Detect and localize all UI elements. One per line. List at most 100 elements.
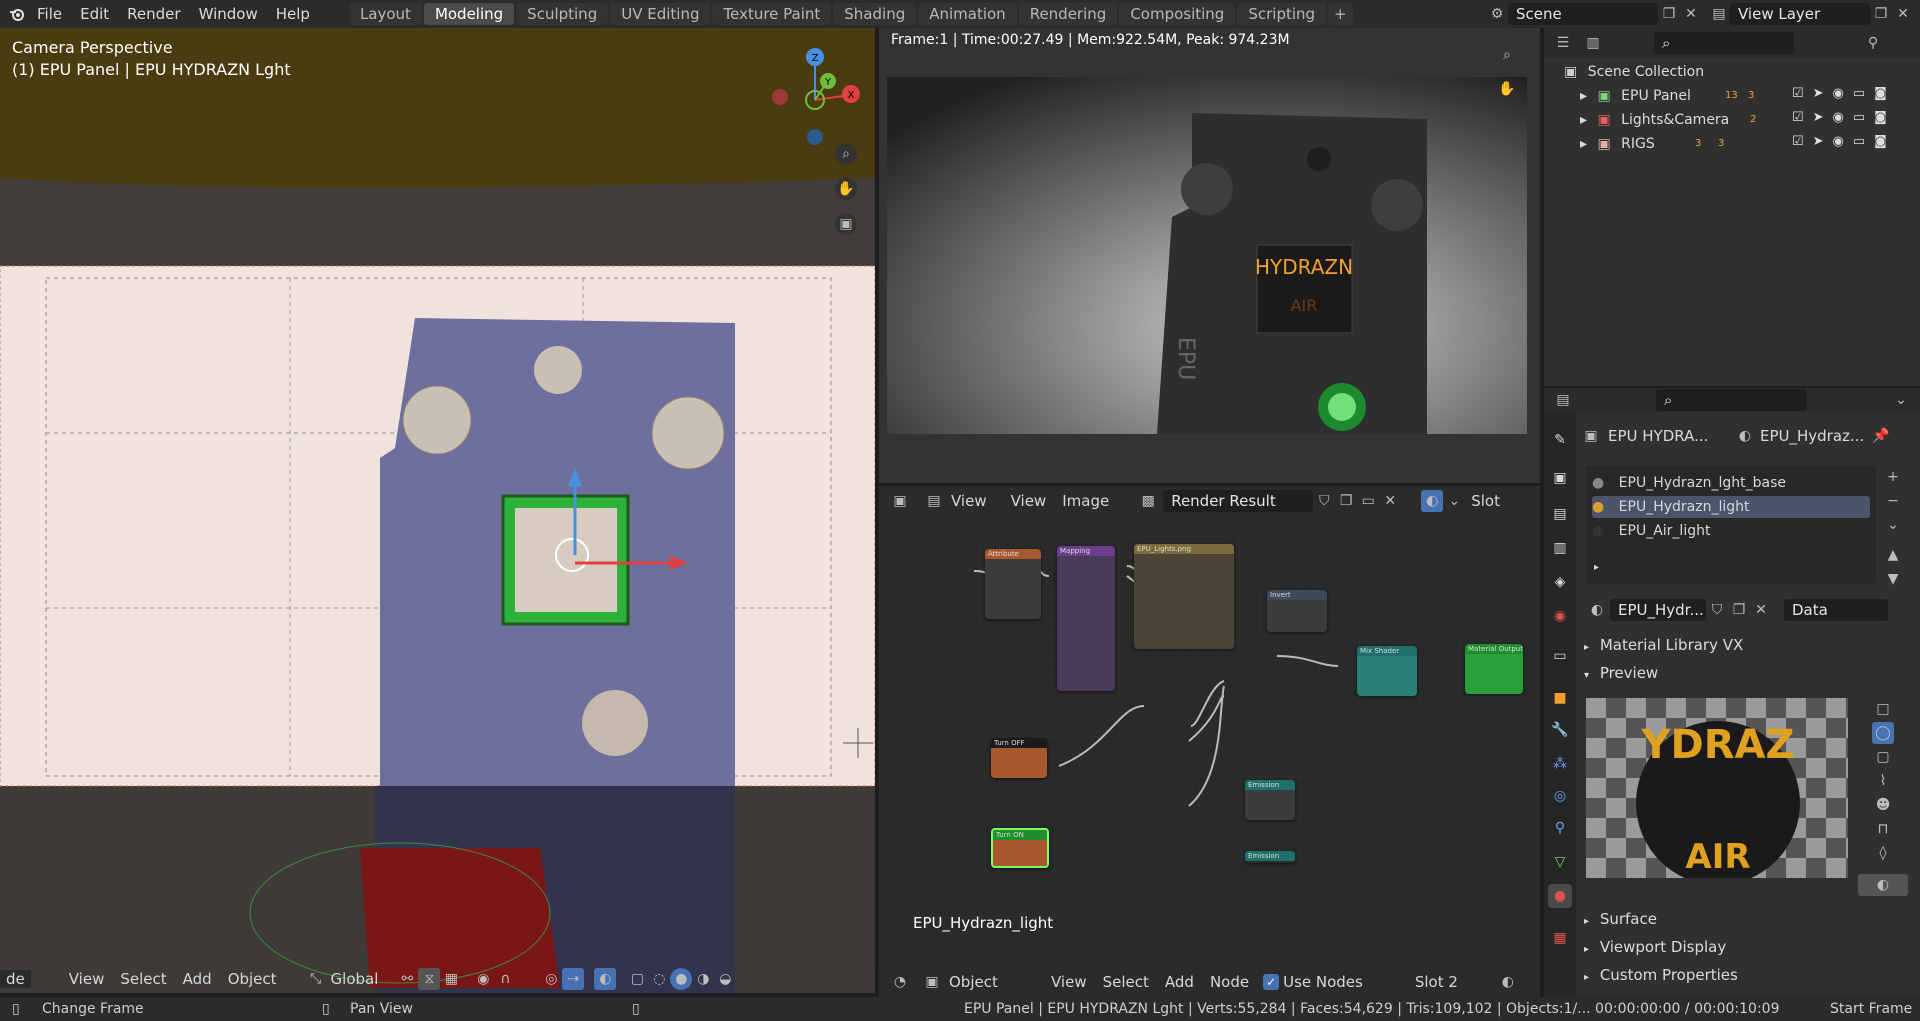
viewport-menu-object[interactable]: Object: [220, 970, 285, 988]
properties-search-input[interactable]: ⌕: [1656, 389, 1806, 411]
section-preview[interactable]: ▾ Preview: [1584, 664, 1658, 682]
viewport-menu-view[interactable]: View: [61, 970, 113, 988]
physics-tab-icon[interactable]: ◎: [1548, 784, 1572, 808]
viewport-menu-add[interactable]: Add: [175, 970, 220, 988]
node-material-output[interactable]: Material Output: [1465, 644, 1523, 694]
unlink-material-icon[interactable]: ✕: [1750, 599, 1772, 621]
move-down-icon[interactable]: ▼: [1882, 568, 1904, 590]
visibility-toggles[interactable]: ☑➤◉▭◙: [1792, 110, 1910, 125]
preview-cube-icon[interactable]: ▢: [1872, 746, 1894, 768]
shader-type-icon[interactable]: ▣: [921, 971, 943, 993]
pan-hand-icon[interactable]: ✋: [835, 178, 857, 200]
copy-scene-icon[interactable]: ❐: [1658, 3, 1680, 25]
link-select[interactable]: Data: [1784, 599, 1888, 621]
shading-solid-icon[interactable]: ●: [670, 968, 693, 990]
close-scene-icon[interactable]: ✕: [1680, 3, 1702, 25]
editor-type-icon[interactable]: ▣: [889, 490, 911, 512]
expand-arrow-icon[interactable]: ▸: [1580, 112, 1587, 128]
material-tab-icon[interactable]: ●: [1548, 884, 1572, 908]
move-up-icon[interactable]: ▲: [1882, 544, 1904, 566]
render-zoom-icon[interactable]: ⌕: [1496, 44, 1518, 66]
preview-hair-icon[interactable]: ⌇: [1872, 770, 1894, 792]
node-mix-shader[interactable]: Mix Shader: [1357, 646, 1417, 696]
material-name-field[interactable]: EPU_Hydr...: [1610, 599, 1706, 621]
expand-arrow-icon[interactable]: ▸: [1580, 88, 1587, 104]
tab-scripting[interactable]: Scripting: [1237, 3, 1327, 25]
section-surface[interactable]: ▸ Surface: [1584, 910, 1657, 928]
blender-logo-icon[interactable]: [6, 3, 28, 25]
image-editor[interactable]: Frame:1 | Time:00:27.49 | Mem:922.54M, P…: [879, 28, 1540, 483]
constraints-tab-icon[interactable]: ⚲: [1548, 816, 1572, 840]
menu-file[interactable]: File: [28, 0, 71, 28]
properties-type-icon[interactable]: ▤: [1552, 389, 1574, 411]
material-slot-item[interactable]: ● EPU_Hydrazn_lght_base: [1592, 472, 1870, 494]
visibility-toggles[interactable]: ☑➤◉▭◙: [1792, 86, 1910, 101]
properties-options-icon[interactable]: ⌄: [1890, 389, 1912, 411]
node-options-icon[interactable]: ◐: [1497, 971, 1519, 993]
tab-texture-paint[interactable]: Texture Paint: [712, 3, 832, 25]
shading-rendered-icon[interactable]: ◒: [714, 968, 736, 990]
add-slot-icon[interactable]: +: [1882, 466, 1904, 488]
menu-window[interactable]: Window: [190, 0, 267, 28]
data-tab-icon[interactable]: ▽: [1548, 850, 1572, 874]
expand-arrow-icon[interactable]: ▸: [1594, 562, 1599, 573]
preview-monkey-icon[interactable]: ☻: [1872, 794, 1894, 816]
tab-modeling[interactable]: Modeling: [423, 3, 515, 25]
node-editor-type-icon[interactable]: ◔: [889, 971, 911, 993]
preview-fluid-icon[interactable]: ◊: [1872, 842, 1894, 864]
new-image-icon[interactable]: ❐: [1335, 490, 1357, 512]
particles-tab-icon[interactable]: ⁂: [1548, 752, 1572, 776]
node-attribute[interactable]: Attribute: [985, 549, 1041, 619]
use-nodes-checkbox[interactable]: ✓: [1263, 973, 1280, 990]
filter-icon[interactable]: ⚲: [1862, 32, 1884, 54]
display-mode-icon[interactable]: ▥: [1582, 32, 1604, 54]
tab-compositing[interactable]: Compositing: [1119, 3, 1236, 25]
open-image-icon[interactable]: ▭: [1357, 490, 1379, 512]
outliner-scene-collection[interactable]: ▣ Scene Collection: [1564, 60, 1920, 84]
tab-sculpting[interactable]: Sculpting: [516, 3, 609, 25]
fake-user-icon[interactable]: ⛉: [1313, 490, 1335, 512]
output-tab-icon[interactable]: ▤: [1548, 502, 1572, 526]
copy-layer-icon[interactable]: ❐: [1870, 3, 1892, 25]
texture-tab-icon[interactable]: ▦: [1548, 926, 1572, 950]
slot-select[interactable]: Slot 2: [1407, 973, 1497, 991]
transform-orientation-select[interactable]: Global: [327, 970, 383, 988]
scene-field[interactable]: Scene: [1508, 3, 1658, 25]
outliner[interactable]: ☰ ▥ ⌕ ⚲ ▣ Scene Collection ▸ ▣ EPU Panel…: [1544, 28, 1920, 386]
viewport-menu-select[interactable]: Select: [112, 970, 174, 988]
remove-slot-icon[interactable]: −: [1882, 490, 1904, 512]
image-menu-view[interactable]: View: [1003, 492, 1055, 510]
material-browse-icon[interactable]: ◐: [1586, 599, 1608, 621]
view-layer-field[interactable]: View Layer: [1730, 3, 1870, 25]
node-menu-node[interactable]: Node: [1202, 973, 1257, 991]
node-turn-on[interactable]: Turn ON: [991, 828, 1049, 868]
pin-icon[interactable]: 📌: [1870, 425, 1892, 447]
tab-layout[interactable]: Layout: [348, 3, 422, 25]
snap-grid-icon[interactable]: ▦: [440, 968, 462, 990]
material-slot-list[interactable]: ● EPU_Hydrazn_lght_base ● EPU_Hydrazn_li…: [1586, 466, 1876, 584]
node-emission-2[interactable]: Emission: [1245, 851, 1295, 863]
menu-edit[interactable]: Edit: [71, 0, 118, 28]
node-mapping[interactable]: Mapping: [1057, 546, 1115, 691]
section-viewport-display[interactable]: ▸ Viewport Display: [1584, 938, 1726, 956]
unlink-image-icon[interactable]: ✕: [1379, 490, 1401, 512]
material-slot-item[interactable]: ● EPU_Air_light: [1592, 520, 1870, 542]
node-invert[interactable]: Invert: [1267, 590, 1327, 632]
xray-icon[interactable]: ▢: [626, 968, 648, 990]
node-emission-1[interactable]: Emission: [1245, 780, 1295, 820]
preview-plane-icon[interactable]: □: [1872, 698, 1894, 720]
collection-tab-icon[interactable]: ▭: [1548, 644, 1572, 668]
snap-icon[interactable]: ⧖: [418, 968, 441, 990]
shading-wire-icon[interactable]: ◌: [648, 968, 670, 990]
render-pan-icon[interactable]: ✋: [1496, 78, 1518, 100]
node-image-texture[interactable]: EPU_Lights.png: [1134, 544, 1234, 649]
scene-tab-icon[interactable]: ◈: [1548, 570, 1572, 594]
render-slot-select[interactable]: Slot: [1465, 492, 1506, 510]
node-menu-add[interactable]: Add: [1157, 973, 1202, 991]
node-turn-off[interactable]: Turn OFF: [991, 738, 1047, 778]
tab-uv-editing[interactable]: UV Editing: [610, 3, 711, 25]
overlay-icon[interactable]: ◐: [594, 968, 617, 990]
slot-menu-icon[interactable]: ⌄: [1882, 514, 1904, 536]
world-tab-icon[interactable]: ◉: [1548, 604, 1572, 628]
expand-arrow-icon[interactable]: ▸: [1580, 136, 1587, 152]
